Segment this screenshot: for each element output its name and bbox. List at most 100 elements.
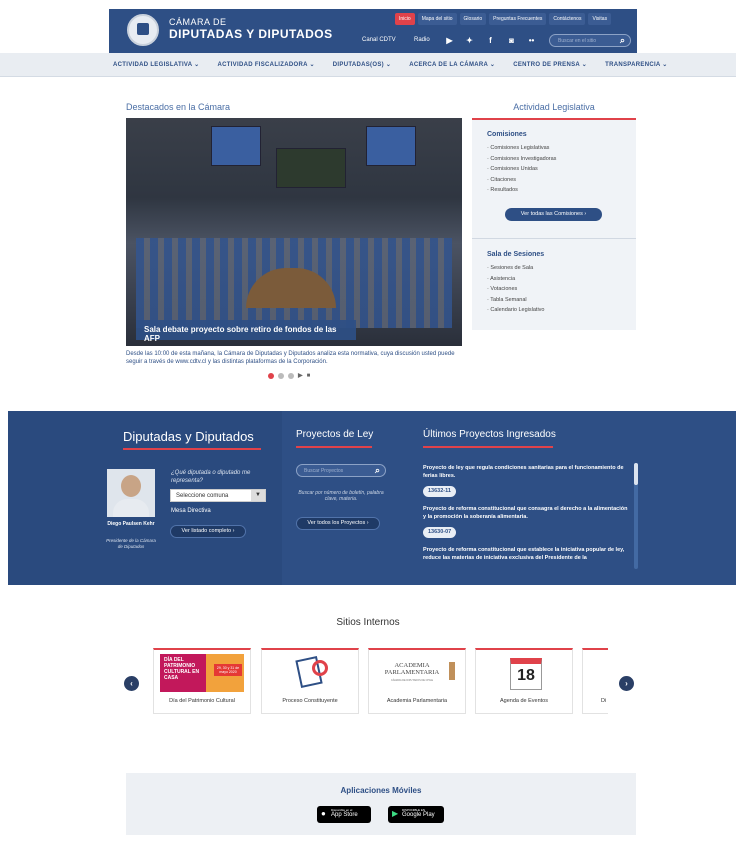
academia-logo: ACADEMIA PARLAMENTARIA CÁMARA DE DIPUTAD… <box>375 654 459 692</box>
app-store-badge[interactable]: ● Disponible en el App Store <box>317 806 371 823</box>
twitter-icon[interactable]: ✦ <box>465 36 474 45</box>
sala-item[interactable]: Calendario Legislativo <box>487 305 544 316</box>
proyectos-hint: Buscar por número de boletín, palabra cl… <box>298 490 384 502</box>
nav-transparencia[interactable]: TRANSPARENCIA ⌄ <box>605 61 668 68</box>
google-play-label: Google Play <box>402 812 435 818</box>
sitio-card-label: Día del Patrimonio Cultural <box>169 698 235 704</box>
comisiones-item[interactable]: Resultados <box>487 185 556 196</box>
hero-description[interactable]: Desde las 10:00 de esta mañana, la Cámar… <box>126 350 462 366</box>
search-icon[interactable]: ⌕ <box>375 465 380 476</box>
comisiones-item[interactable]: Citaciones <box>487 175 556 186</box>
ultimo-proyecto-text[interactable]: Proyecto de reforma constitucional que e… <box>423 547 628 565</box>
patrimonio-banner-dates: 29, 30 y 31 de mayo 2020 <box>214 664 242 676</box>
diputados-underline <box>123 448 261 450</box>
sitio-card-patrimonio[interactable]: DÍA DEL PATRIMONIO CULTURAL EN CASA 29, … <box>153 648 251 714</box>
mesa-directiva-link[interactable]: Mesa Directiva <box>171 508 211 514</box>
boletin-badge[interactable]: 13630-07 <box>423 527 457 538</box>
youtube-icon[interactable]: ▶ <box>445 36 454 45</box>
ultimos-underline <box>423 446 553 448</box>
comisiones-item[interactable]: Comisiones Unidas <box>487 164 556 175</box>
sala-item[interactable]: Tabla Semanal <box>487 295 545 306</box>
nav-diputados[interactable]: DIPUTADAS(OS) ⌄ <box>333 61 391 68</box>
radio-link[interactable]: Radio <box>414 37 430 43</box>
sala-title: Sala de Sesiones <box>487 251 545 258</box>
ver-proyectos-button[interactable]: Ver todos los Proyectos › <box>296 517 380 530</box>
calendar-day: 18 <box>510 658 542 690</box>
apps-section: Aplicaciones Móviles ● Disponible en el … <box>126 773 636 835</box>
apple-icon: ● <box>321 809 326 818</box>
destacados-title: Destacados en la Cámara <box>126 102 231 112</box>
president-role: Presidente de la Cámara de Diputados <box>106 538 156 549</box>
comisiones-item[interactable]: Comisiones Legislativas <box>487 143 556 154</box>
hero-image[interactable]: Sala debate proyecto sobre retiro de fon… <box>126 118 462 346</box>
ultimos-scroll-thumb[interactable] <box>634 463 638 485</box>
site-search-input[interactable]: Buscar en el sitio ⌕ <box>549 34 631 47</box>
sitio-card-agenda[interactable]: 18 Agenda de Eventos <box>475 648 573 714</box>
facebook-icon[interactable]: f <box>486 36 495 45</box>
proyectos-search-input[interactable]: Buscar Proyectos ⌕ <box>296 464 386 477</box>
nav-actividad-legislativa[interactable]: ACTIVIDAD LEGISLATIVA ⌄ <box>113 61 199 68</box>
hero-caption[interactable]: Sala debate proyecto sobre retiro de fon… <box>136 320 356 343</box>
hero-screen-left <box>211 126 261 166</box>
nav-actividad-fiscalizadora[interactable]: ACTIVIDAD FISCALIZADORA ⌄ <box>217 61 314 68</box>
canal-cdtv-link[interactable]: Canal CDTV <box>362 37 396 43</box>
top-link-contacto[interactable]: Contáctenos <box>549 13 586 25</box>
top-link-faq[interactable]: Preguntas Frecuentes <box>489 13 547 25</box>
logo-line1[interactable]: CÁMARA DE <box>169 17 227 27</box>
sala-item[interactable]: Sesiones de Sala <box>487 263 545 274</box>
ultimo-proyecto-text[interactable]: Proyecto de reforma constitucional que c… <box>423 506 628 521</box>
app-store-label: App Store <box>331 812 358 818</box>
sala-list: Sesiones de Sala Asistencia Votaciones T… <box>487 263 545 316</box>
top-link-glosario[interactable]: Glosario <box>459 13 487 25</box>
proyectos-underline <box>296 446 372 448</box>
president-name[interactable]: Diego Paulsen Kehr <box>104 521 158 527</box>
sala-item[interactable]: Asistencia <box>487 274 545 285</box>
google-play-badge[interactable]: ▶ DISPONIBLE EN Google Play <box>388 806 444 823</box>
carousel-dot-1[interactable] <box>268 372 274 379</box>
proyectos-title: Proyectos de Ley <box>296 429 374 440</box>
chevron-right-icon[interactable]: › <box>619 676 634 691</box>
search-icon[interactable]: ⌕ <box>620 35 625 46</box>
boletin-badge[interactable]: 13632-11 <box>423 486 456 497</box>
patrimonio-banner-text: DÍA DEL PATRIMONIO CULTURAL EN CASA <box>164 657 200 681</box>
sitio-card-partial[interactable]: Di <box>582 648 608 714</box>
pause-icon[interactable]: ■ <box>307 373 311 379</box>
hero-screen-center <box>276 148 346 188</box>
header-bar: CÁMARA DE DIPUTADAS Y DIPUTADOS Inicio M… <box>109 9 637 53</box>
ver-listado-button[interactable]: Ver listado completo › <box>170 525 246 538</box>
top-links: Inicio Mapa del sitio Glosario Preguntas… <box>395 13 612 25</box>
main-nav: ACTIVIDAD LEGISLATIVA ⌄ ACTIVIDAD FISCAL… <box>0 53 736 77</box>
hero-screen-right <box>366 126 416 166</box>
top-link-mapa[interactable]: Mapa del sitio <box>417 13 457 25</box>
avatar[interactable] <box>107 469 155 517</box>
chamber-seal-icon[interactable] <box>127 14 159 46</box>
nav-acerca[interactable]: ACERCA DE LA CÁMARA ⌄ <box>409 61 495 68</box>
ver-comisiones-button[interactable]: Ver todas las Comisiones › <box>505 208 602 221</box>
logo-line2[interactable]: DIPUTADAS Y DIPUTADOS <box>169 27 333 41</box>
play-icon[interactable]: ▶ <box>298 372 303 379</box>
carousel-dot-2[interactable] <box>278 372 284 379</box>
academia-logo-text: ACADEMIA PARLAMENTARIA <box>384 662 440 676</box>
nav-prensa[interactable]: CENTRO DE PRENSA ⌄ <box>513 61 587 68</box>
site-search-placeholder: Buscar en el sitio <box>558 38 597 44</box>
sala-item[interactable]: Votaciones <box>487 284 545 295</box>
carousel-dot-3[interactable] <box>288 372 294 379</box>
calendar-icon: 18 <box>482 654 566 692</box>
patrimonio-banner: DÍA DEL PATRIMONIO CULTURAL EN CASA 29, … <box>160 654 244 692</box>
comisiones-list: Comisiones Legislativas Comisiones Inves… <box>487 143 556 196</box>
sitio-card-label: Agenda de Eventos <box>499 698 548 704</box>
play-store-icon: ▶ <box>392 809 399 818</box>
ultimo-proyecto-text[interactable]: Proyecto de ley que regula condiciones s… <box>423 465 628 480</box>
chevron-down-icon[interactable]: ▼ <box>251 490 265 501</box>
flickr-icon[interactable]: •• <box>527 36 536 45</box>
top-link-inicio[interactable]: Inicio <box>395 13 415 25</box>
sitio-card-constituyente[interactable]: Proceso Constituyente <box>261 648 359 714</box>
sitio-card-label: Academia Parlamentaria <box>386 698 448 704</box>
instagram-icon[interactable]: ◙ <box>507 36 516 45</box>
sitio-card-academia[interactable]: ACADEMIA PARLAMENTARIA CÁMARA DE DIPUTAD… <box>368 648 466 714</box>
chevron-left-icon[interactable]: ‹ <box>124 676 139 691</box>
comuna-select[interactable]: Seleccione comuna ▼ <box>170 489 266 502</box>
ultimos-title: Últimos Proyectos Ingresados <box>423 429 556 440</box>
top-link-visitas[interactable]: Visitas <box>588 13 612 25</box>
comisiones-item[interactable]: Comisiones Investigadoras <box>487 154 556 165</box>
